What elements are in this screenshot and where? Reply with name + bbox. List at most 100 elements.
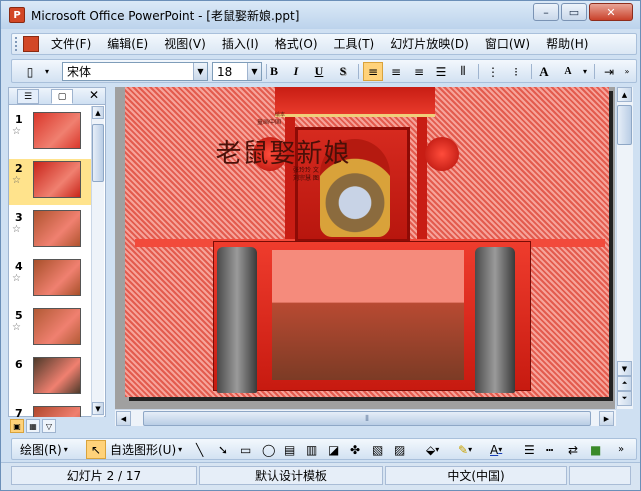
menu-grip-handle[interactable] [15,37,19,51]
line-tool-icon[interactable]: ╲ [196,440,203,459]
scroll-thumb[interactable] [617,105,632,145]
diagram-icon[interactable]: ✤ [350,440,360,459]
menu-format[interactable]: 格式(O) [267,34,326,54]
shrink-font-button[interactable]: A [558,62,578,81]
oval-tool-icon[interactable]: ◯ [262,440,275,459]
status-bar: 幻灯片 2 / 17 默认设计模板 中文(中国) [1,462,640,490]
wordart-icon[interactable]: ◪ [328,440,339,459]
new-document-icon[interactable]: ▯ [20,62,40,81]
slideshow-view-icon[interactable]: ▽ [42,419,56,433]
menu-tools[interactable]: 工具(T) [326,34,383,54]
transition-star-icon[interactable]: ☆ [12,126,21,137]
numbering-icon[interactable]: ⋮ [483,62,503,81]
slide-thumbnail[interactable]: 6 [9,355,93,401]
chevron-down-icon[interactable]: ▾ [580,62,590,81]
toolbar-overflow-icon[interactable]: ▾ [42,62,52,81]
font-size-select[interactable]: 18 ▼ [212,62,262,81]
thumbnail-scrollbar[interactable]: ▲ ▼ [91,106,104,417]
vertical-textbox-icon[interactable]: ▥ [306,440,317,459]
font-name-select[interactable]: 宋体 ▼ [62,62,208,81]
chevron-down-icon: ▾ [63,445,68,454]
normal-view-icon[interactable]: ▣ [10,419,24,433]
slide-number: 5 [15,309,23,322]
tab-outline[interactable]: ☰ [17,89,39,104]
slide-thumbnail[interactable]: 1 ☆ [9,110,93,156]
slide-thumbnail[interactable]: 5 ☆ [9,306,93,352]
transition-star-icon[interactable]: ☆ [12,273,21,284]
scroll-up-icon[interactable]: ▲ [92,106,104,119]
select-pointer-icon[interactable]: ↖ [86,440,106,459]
underline-button[interactable]: U [309,62,329,81]
italic-button[interactable]: I [286,62,306,81]
menu-file[interactable]: 文件(F) [43,34,99,54]
fill-color-icon[interactable]: ⬙ ▾ [426,440,439,459]
scroll-thumb[interactable] [92,124,104,182]
scroll-left-icon[interactable]: ◀ [116,411,131,426]
rectangle-tool-icon[interactable]: ▭ [240,440,251,459]
restore-button[interactable]: ▭ [561,3,587,21]
menu-view[interactable]: 视图(V) [156,34,214,54]
picture-icon[interactable]: ▨ [394,440,405,459]
font-color-icon[interactable]: A ▾ [490,440,502,459]
chevron-down-icon[interactable]: ▼ [247,63,261,80]
menu-edit[interactable]: 编辑(E) [99,34,156,54]
shadow-button[interactable]: S [333,62,353,81]
bullets-icon[interactable]: ⁝ [506,62,526,81]
bold-button[interactable]: B [264,62,284,81]
align-left-icon[interactable]: ≡ [363,62,383,81]
menu-window[interactable]: 窗口(W) [477,34,538,54]
textbox-tool-icon[interactable]: ▤ [284,440,295,459]
slide-thumbnail[interactable]: 3 ☆ [9,208,93,254]
menu-slideshow[interactable]: 幻灯片放映(D) [382,34,477,54]
dash-style-icon[interactable]: ┅ [546,440,553,459]
grow-font-button[interactable]: A [534,62,554,81]
clipart-icon[interactable]: ▧ [372,440,383,459]
scroll-thumb[interactable]: ⦀ [143,411,591,426]
title-bar[interactable]: P Microsoft Office PowerPoint - [老鼠娶新娘.p… [1,1,640,29]
next-slide-icon[interactable]: ⏷ [617,391,632,406]
menu-help[interactable]: 帮助(H) [538,34,596,54]
slide-thumbnail[interactable]: 2 ☆ [9,159,93,205]
draw-menu-button[interactable]: 绘图(R) ▾ [20,440,68,459]
shadow-style-icon[interactable]: ■ [590,440,601,459]
pane-close-icon[interactable]: ✕ [89,88,99,102]
toolbar-options-icon[interactable]: » [618,440,624,459]
indent-icon[interactable]: ⇥ [599,62,619,81]
transition-star-icon[interactable]: ☆ [12,224,21,235]
distribute-icon[interactable]: ☰ [431,62,451,81]
arrow-tool-icon[interactable]: ➘ [218,440,228,459]
tab-slides[interactable]: ▢ [51,89,73,104]
slide-horizontal-scrollbar[interactable]: ◀ ⦀ ▶ [115,409,616,426]
slide-vertical-scrollbar[interactable]: ▲ ▼ ⏶ ⏷ [616,87,633,409]
scroll-down-icon[interactable]: ▼ [92,402,104,415]
scroll-down-icon[interactable]: ▼ [617,361,632,376]
slide-editing-area[interactable]: 绘本 童画中国 老鼠娶新娘 张玲玲 文 刘宗慧 图 [115,87,615,409]
document-icon[interactable] [23,36,39,52]
transition-star-icon[interactable]: ☆ [12,175,21,186]
slide-thumbnail[interactable]: 7 [9,404,93,417]
align-center-icon[interactable]: ≡ [386,62,406,81]
slide-sorter-view-icon[interactable]: ▦ [26,419,40,433]
transition-star-icon[interactable]: ☆ [12,322,21,333]
menu-insert[interactable]: 插入(I) [214,34,267,54]
arrow-style-icon[interactable]: ⇄ [568,440,578,459]
slide-thumbnail[interactable]: 4 ☆ [9,257,93,303]
toolbar-options-icon[interactable]: » [622,62,632,81]
chevron-down-icon[interactable]: ▼ [193,63,207,80]
scroll-up-icon[interactable]: ▲ [617,87,632,102]
previous-slide-icon[interactable]: ⏶ [617,376,632,391]
line-style-icon[interactable]: ☰ [524,440,535,459]
outline-icon: ☰ [23,91,33,102]
scroll-right-icon[interactable]: ▶ [599,411,614,426]
autoshapes-menu-button[interactable]: 自选图形(U) ▾ [110,440,182,459]
align-right-icon[interactable]: ≡ [409,62,429,81]
slide-thumbnail-image [33,357,81,394]
design-template-status[interactable]: 默认设计模板 [199,466,383,485]
current-slide[interactable]: 绘本 童画中国 老鼠娶新娘 张玲玲 文 刘宗慧 图 [125,87,609,397]
language-status: 中文(中国) [385,466,567,485]
powerpoint-app-icon[interactable]: P [9,7,25,23]
line-color-icon[interactable]: ✎ ▾ [458,440,472,459]
minimize-button[interactable]: – [533,3,559,21]
close-button[interactable]: ✕ [589,3,633,21]
text-direction-icon[interactable]: ⦀ [453,62,473,81]
